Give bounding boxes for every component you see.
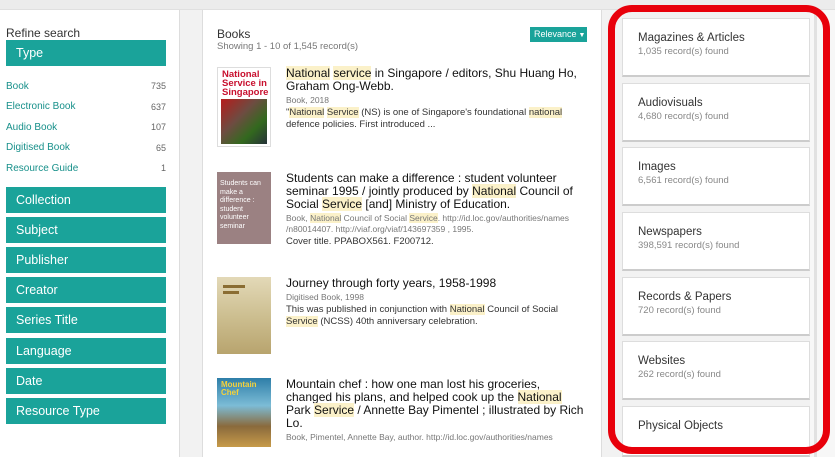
category-count: 398,591 record(s) found [638,240,740,251]
results-title: Books [217,27,251,41]
category-name: Magazines & Articles [638,32,745,44]
cover-title: National Service in Singapore [222,69,269,98]
type-item-label[interactable]: Audio Book [6,122,57,133]
category-card-images[interactable]: Images 6,561 record(s) found [622,147,810,206]
results-count: Showing 1 - 10 of 1,545 record(s) [217,41,358,52]
type-item-label[interactable]: Resource Guide [6,163,78,174]
category-name: Records & Papers [638,291,732,303]
facet-type[interactable]: Type [6,40,166,66]
cover-photo [221,99,267,144]
caret-down-icon: ▼ [578,32,586,39]
facet-series-title[interactable]: Series Title [6,307,166,333]
sort-label: Relevance [534,29,577,39]
cover-decoration [223,285,245,288]
category-count: 720 record(s) found [638,305,721,316]
top-strip [0,0,835,10]
type-item-label[interactable]: Book [6,81,29,92]
facet-resource-type[interactable]: Resource Type [6,398,166,424]
category-card-magazines-articles[interactable]: Magazines & Articles 1,035 record(s) fou… [622,18,810,77]
facet-collection[interactable]: Collection [6,187,166,213]
category-name: Physical Objects [638,420,724,432]
results-panel: Books Showing 1 - 10 of 1,545 record(s) … [202,10,602,457]
cover-title: Students can make a difference : student… [220,180,261,230]
category-card-records-papers[interactable]: Records & Papers 720 record(s) found [622,277,810,336]
category-count: 4,680 record(s) found [638,111,729,122]
facet-date[interactable]: Date [6,368,166,394]
book-cover-image[interactable]: Students can make a difference : student… [217,172,271,244]
book-cover-image[interactable] [217,277,271,354]
type-item-count: 107 [150,122,166,133]
type-item-audio-book[interactable]: Audio Book 107 [6,117,166,138]
category-count: 6,561 record(s) found [638,175,729,186]
result-meta: Digitised Book, 1998 [286,292,364,302]
category-card-physical-objects[interactable]: Physical Objects [622,406,810,457]
type-item-count: 637 [150,101,166,112]
result-description: "National Service (NS) is one of Singapo… [286,107,563,130]
type-item-digitised-book[interactable]: Digitised Book 65 [6,138,166,159]
cover-title: Mountain Chef [221,380,257,397]
refine-search-title: Refine search [6,26,81,40]
result-meta: Book, Pimentel, Annette Bay, author. htt… [286,432,553,442]
result-meta: Book, National Council of Social Service… [286,213,570,234]
result-description: This was published in conjunction with N… [286,304,558,327]
sort-dropdown[interactable]: Relevance ▼ [530,27,587,42]
type-item-book[interactable]: Book 735 [6,76,166,97]
type-item-label[interactable]: Electronic Book [6,101,75,112]
category-card-websites[interactable]: Websites 262 record(s) found [622,341,810,400]
category-name: Audiovisuals [638,97,703,109]
book-cover-image[interactable]: Mountain Chef [217,378,271,447]
type-item-count: 65 [155,142,166,153]
category-panel: Magazines & Articles 1,035 record(s) fou… [622,10,810,457]
refine-sidebar: Refine search Type Book 735 Electronic B… [0,10,180,457]
category-count: 262 record(s) found [638,369,721,380]
category-card-newspapers[interactable]: Newspapers 398,591 record(s) found [622,212,810,271]
type-item-count: 1 [160,163,166,174]
cover-decoration [223,291,239,294]
page: Refine search Type Book 735 Electronic B… [0,0,835,457]
result-title[interactable]: National service in Singapore / editors,… [286,66,589,93]
result-meta: Book, 2018 [286,95,330,105]
type-item-resource-guide[interactable]: Resource Guide 1 [6,158,166,179]
result-description: Cover title. PPABOX561. F200712. [286,236,434,247]
category-name: Newspapers [638,226,702,238]
type-item-label[interactable]: Digitised Book [6,142,70,153]
facet-creator[interactable]: Creator [6,277,166,303]
facet-subject[interactable]: Subject [6,217,166,243]
type-facet-list: Book 735 Electronic Book 637 Audio Book … [6,76,166,179]
result-title[interactable]: Journey through forty years, 1958-1998 [286,277,589,290]
facet-language[interactable]: Language [6,338,166,364]
result-title[interactable]: Students can make a difference : student… [286,172,589,211]
category-card-audiovisuals[interactable]: Audiovisuals 4,680 record(s) found [622,83,810,142]
category-name: Websites [638,355,686,367]
book-cover-image[interactable]: National Service in Singapore [217,67,271,147]
category-count: 1,035 record(s) found [638,46,729,57]
category-name: Images [638,161,676,173]
type-item-electronic-book[interactable]: Electronic Book 637 [6,97,166,118]
result-title[interactable]: Mountain chef : how one man lost his gro… [286,378,589,430]
type-item-count: 735 [150,81,166,92]
facet-publisher[interactable]: Publisher [6,247,166,273]
scroll-thumb[interactable] [814,10,817,457]
